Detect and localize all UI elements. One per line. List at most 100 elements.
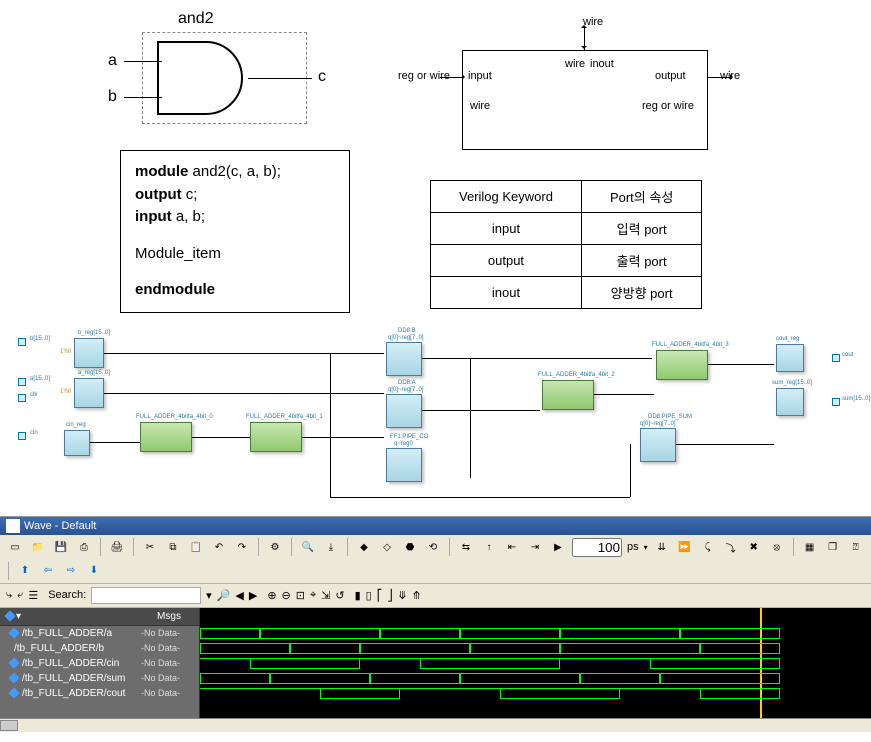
block-b-reg[interactable]: [74, 338, 104, 368]
step-button[interactable]: ⇥: [526, 538, 544, 556]
pin-b[interactable]: [18, 338, 26, 346]
collapse-button[interactable]: ⤶: [17, 589, 23, 602]
pin-sum[interactable]: [832, 398, 840, 406]
cursor-add-button[interactable]: ▮: [355, 589, 361, 602]
block-cin-reg[interactable]: [64, 430, 90, 456]
main-toolbar: ▭ 📁 💾 ⎙ 🖨 ✂ ⧉ 📋 ↶ ↷ ⚙ 🔍 ⤓ ◆ ◇ ⬣ ⟲ ⇆ ↑ ⇤ …: [0, 535, 871, 584]
signal-panel[interactable]: ▾ Msgs /tb_FULL_ADDER/a-No Data- /tb_FUL…: [0, 608, 200, 718]
nav-right-button[interactable]: ⇨: [62, 562, 80, 580]
search-next-button[interactable]: ▶: [249, 589, 257, 602]
stop-button[interactable]: ✖: [745, 538, 763, 556]
block-ff1[interactable]: [386, 448, 422, 482]
zoom-out-button[interactable]: ⊖: [282, 589, 291, 602]
time-unit-dropdown[interactable]: ▾: [644, 543, 648, 552]
step-into-button[interactable]: ⤵: [722, 538, 740, 556]
help-button[interactable]: ⍰: [847, 538, 865, 556]
edge-next-button[interactable]: ⎦: [387, 589, 393, 602]
find-next-button[interactable]: ⤓: [322, 538, 340, 556]
lbl-a-reg: a_reg[15..0]: [78, 370, 110, 376]
horizontal-scrollbar[interactable]: [0, 718, 871, 732]
wave-title-bar[interactable]: Wave - Default: [0, 517, 871, 535]
signal-row[interactable]: /tb_FULL_ADDER/b-No Data-: [0, 641, 199, 656]
cursor-remove-button[interactable]: ▯: [366, 589, 372, 602]
toolbar-separator: [133, 538, 134, 556]
compile-button[interactable]: ◆: [355, 538, 373, 556]
scrollbar-thumb[interactable]: [0, 720, 18, 731]
expand-button[interactable]: ⤷: [6, 589, 12, 602]
link-button[interactable]: ⇆: [457, 538, 475, 556]
zoom-full-button[interactable]: ⊡: [296, 589, 305, 602]
block-a-reg[interactable]: [74, 378, 104, 408]
pin-a[interactable]: [18, 378, 26, 386]
const-b: 1'h0: [60, 349, 71, 355]
paste-button[interactable]: 📋: [187, 538, 205, 556]
lbl-wire-top: wire: [583, 16, 603, 28]
search-input[interactable]: [91, 587, 201, 604]
nav-left-button[interactable]: ⇦: [39, 562, 57, 580]
save-button[interactable]: 💾: [52, 538, 70, 556]
module-port-diagram: wire wire inout reg or wire input output…: [390, 10, 851, 170]
new-button[interactable]: ▭: [6, 538, 24, 556]
wave-plot-area[interactable]: [200, 608, 871, 718]
nav-down-button[interactable]: ⬇: [85, 562, 103, 580]
cut-button[interactable]: ✂: [141, 538, 159, 556]
restart-button[interactable]: ⟲: [424, 538, 442, 556]
open-button[interactable]: 📁: [29, 538, 47, 556]
run-all-button[interactable]: ⇊: [653, 538, 671, 556]
redo-button[interactable]: ↷: [233, 538, 251, 556]
save-all-button[interactable]: ⎙: [75, 538, 93, 556]
zoom-in-button[interactable]: ⊕: [267, 589, 276, 602]
signal-name: /tb_FULL_ADDER/a: [22, 628, 137, 639]
signal-row[interactable]: /tb_FULL_ADDER/a-No Data-: [0, 626, 199, 641]
signal-row[interactable]: /tb_FULL_ADDER/cin-No Data-: [0, 656, 199, 671]
copy-button[interactable]: ⧉: [164, 538, 182, 556]
falling-edge-button[interactable]: ⤋: [398, 589, 407, 602]
break-all-button[interactable]: ⦻: [768, 538, 786, 556]
block-cout-reg[interactable]: [776, 344, 804, 372]
layout-button[interactable]: ▦: [801, 538, 819, 556]
zoom-range-button[interactable]: ⇲: [321, 589, 330, 602]
block-fa2[interactable]: [542, 380, 594, 410]
sim-button[interactable]: ◇: [378, 538, 396, 556]
hierarchy-button[interactable]: ☰: [28, 589, 38, 602]
signal-msg: -No Data-: [141, 658, 199, 668]
signal-row[interactable]: /tb_FULL_ADDER/sum-No Data-: [0, 671, 199, 686]
schematic-wire: [104, 393, 384, 394]
settings-button[interactable]: ⚙: [266, 538, 284, 556]
run-length-input[interactable]: [572, 538, 622, 557]
zoom-last-button[interactable]: ↺: [335, 589, 344, 602]
continue-button[interactable]: ⏩: [676, 538, 694, 556]
pin-cout[interactable]: [832, 354, 840, 362]
schematic-wire: [594, 394, 654, 395]
step-over-button[interactable]: ⤹: [699, 538, 717, 556]
rising-edge-button[interactable]: ⤊: [412, 589, 421, 602]
right-column: wire wire inout reg or wire input output…: [390, 10, 851, 313]
block-dd8p[interactable]: [640, 428, 676, 462]
block-dd8b[interactable]: [386, 342, 422, 376]
rtl-schematic[interactable]: b[15..0] a[15..0] clk cin b_reg[15..0] 1…: [0, 322, 871, 512]
block-fa3[interactable]: [656, 350, 708, 380]
block-fa1[interactable]: [250, 422, 302, 452]
search-prev-button[interactable]: ◀: [235, 589, 243, 602]
search-dropdown[interactable]: ▾: [206, 589, 212, 602]
block-sum-reg[interactable]: [776, 388, 804, 416]
pin-clk[interactable]: [18, 394, 26, 402]
undo-button[interactable]: ↶: [210, 538, 228, 556]
zoom-cursor-button[interactable]: ⌖: [310, 589, 316, 602]
edge-prev-button[interactable]: ⎡: [377, 589, 383, 602]
break-button[interactable]: ⬣: [401, 538, 419, 556]
block-fa0[interactable]: [140, 422, 192, 452]
step-back-button[interactable]: ⇤: [503, 538, 521, 556]
run-button[interactable]: ▶: [549, 538, 567, 556]
find-button[interactable]: 🔍: [299, 538, 317, 556]
up-button[interactable]: ↑: [480, 538, 498, 556]
signal-row[interactable]: /tb_FULL_ADDER/cout-No Data-: [0, 686, 199, 701]
print-button[interactable]: 🖨: [108, 538, 126, 556]
nav-up-button[interactable]: ⬆: [16, 562, 34, 580]
block-dd8a[interactable]: [386, 394, 422, 428]
table-row: input입력 port: [431, 213, 702, 245]
pin-cin[interactable]: [18, 432, 26, 440]
window-button[interactable]: ❐: [824, 538, 842, 556]
search-go-button[interactable]: 🔎: [217, 589, 231, 602]
header-dropdown-icon[interactable]: ▾: [16, 611, 21, 622]
